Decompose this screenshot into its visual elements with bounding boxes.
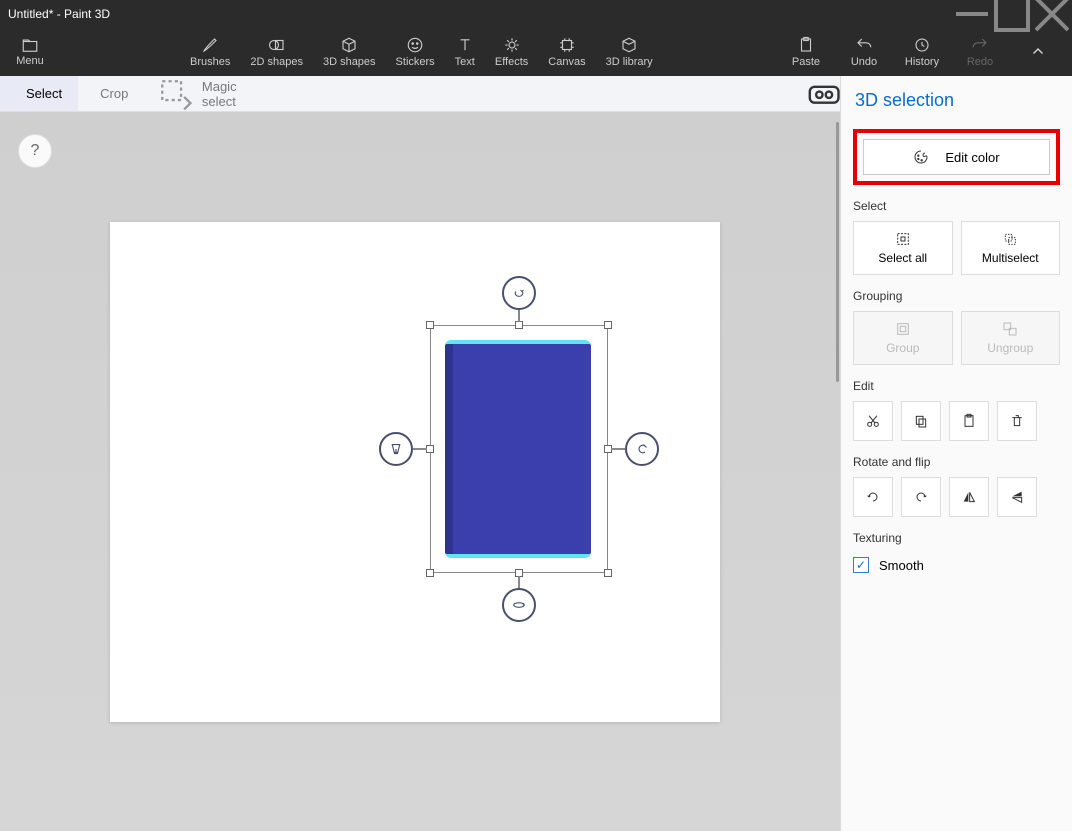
flip-v-icon [1009,489,1025,505]
texturing-section-label: Texturing [853,531,1060,545]
tab-3d-library[interactable]: 3D library [606,28,653,76]
canvas-icon [558,36,576,54]
edit-color-button[interactable]: Edit color [863,139,1050,175]
rotate-z-handle[interactable] [502,276,536,310]
3d-object[interactable] [445,340,591,558]
workspace[interactable]: ? [0,112,840,831]
cut-button[interactable] [853,401,893,441]
group-icon [895,321,911,337]
brush-icon [201,36,219,54]
maximize-button[interactable] [992,0,1032,28]
select-section-label: Select [853,199,1060,213]
minimize-button[interactable] [952,0,992,28]
flip-horizontal-button[interactable] [949,477,989,517]
trash-icon [1009,413,1025,429]
resize-handle-bl[interactable] [426,569,434,577]
main-ribbon: Menu Brushes 2D shapes 3D shapes Sticker… [0,28,1072,76]
folder-icon [21,37,39,55]
rotate-ccw-icon [865,489,881,505]
collapse-ribbon-button[interactable] [1018,28,1058,76]
text-icon [456,36,474,54]
select-all-button[interactable]: Select all [853,221,953,275]
redo-icon [971,36,989,54]
close-button[interactable] [1032,0,1072,28]
undo-icon [855,36,873,54]
rotate-y-handle[interactable] [625,432,659,466]
palette-icon [913,149,929,165]
rotate-cw-icon [913,489,929,505]
chevron-up-icon [1029,43,1047,61]
tab-stickers[interactable]: Stickers [396,28,435,76]
tab-effects[interactable]: Effects [495,28,528,76]
tab-canvas[interactable]: Canvas [548,28,585,76]
resize-handle-br[interactable] [604,569,612,577]
flip-h-icon [961,489,977,505]
check-icon: ✓ [853,557,869,573]
paste-button[interactable]: Paste [786,28,826,76]
tab-text[interactable]: Text [455,28,475,76]
undo-button[interactable]: Undo [844,28,884,76]
side-panel: 3D selection Edit color Select Select al… [840,76,1072,831]
window-title: Untitled* - Paint 3D [8,7,110,21]
help-button[interactable]: ? [18,134,52,168]
stickers-icon [406,36,424,54]
effects-icon [503,36,521,54]
menu-label: Menu [16,55,44,67]
redo-button[interactable]: Redo [960,28,1000,76]
depth-handle[interactable] [379,432,413,466]
smooth-checkbox[interactable]: ✓ Smooth [853,553,1060,577]
edit-section-label: Edit [853,379,1060,393]
menu-button[interactable]: Menu [0,28,60,76]
select-tool[interactable]: Select [0,76,78,111]
ungroup-button: Ungroup [961,311,1061,365]
paste-button-panel[interactable] [949,401,989,441]
cut-icon [865,413,881,429]
copy-icon [913,413,929,429]
group-button: Group [853,311,953,365]
select-all-icon [895,231,911,247]
tab-3d-shapes[interactable]: 3D shapes [323,28,376,76]
resize-handle-ml[interactable] [426,445,434,453]
grouping-section-label: Grouping [853,289,1060,303]
selection-box[interactable] [430,325,608,573]
flip-vertical-button[interactable] [997,477,1037,517]
mixed-reality-icon [805,74,843,112]
rotate-ccw-button[interactable] [853,477,893,517]
tab-brushes[interactable]: Brushes [190,28,230,76]
tab-2d-shapes[interactable]: 2D shapes [250,28,303,76]
edit-color-highlight: Edit color [853,129,1060,185]
titlebar: Untitled* - Paint 3D [0,0,1072,28]
resize-handle-tr[interactable] [604,321,612,329]
library3d-icon [620,36,638,54]
rotate-cw-button[interactable] [901,477,941,517]
canvas[interactable] [110,222,720,722]
history-icon [913,36,931,54]
rotate-x-handle[interactable] [502,588,536,622]
delete-button[interactable] [997,401,1037,441]
multiselect-icon [1002,231,1018,247]
cube-front-face [453,344,591,554]
ungroup-icon [1002,321,1018,337]
shapes2d-icon [268,36,286,54]
history-button[interactable]: History [902,28,942,76]
panel-title: 3D selection [853,90,1060,111]
resize-handle-tm[interactable] [515,321,523,329]
magic-select-tool[interactable]: Magic select [142,75,250,113]
shapes3d-icon [340,36,358,54]
copy-button[interactable] [901,401,941,441]
multiselect-button[interactable]: Multiselect [961,221,1061,275]
resize-handle-tl[interactable] [426,321,434,329]
magic-select-icon [156,75,194,113]
scrollbar-thumb[interactable] [836,122,839,382]
paste-icon [961,413,977,429]
paste-icon [797,36,815,54]
rotate-section-label: Rotate and flip [853,455,1060,469]
crop-tool[interactable]: Crop [78,86,142,101]
